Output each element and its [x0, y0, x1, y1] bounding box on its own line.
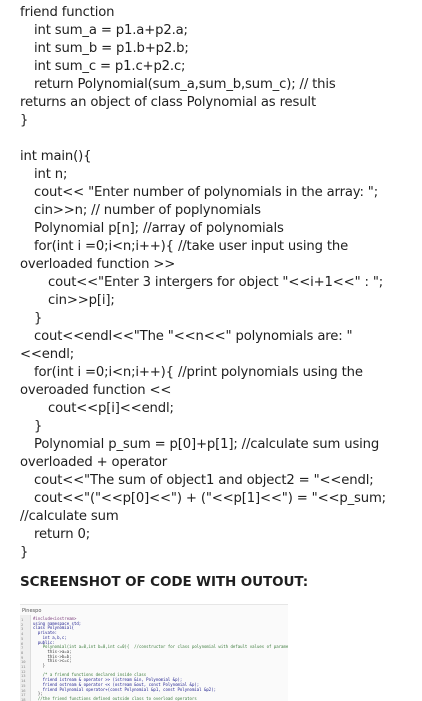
- text-line: int n;: [34, 167, 68, 182]
- text-line: Polynomial p_sum = p[0]+p[1]; //calculat…: [34, 437, 380, 452]
- text-line: }: [34, 419, 43, 434]
- text-line: return 0;: [34, 527, 90, 542]
- text-line: Polynomial p[n]; //array of polynomials: [34, 221, 284, 236]
- text-line: overoaded function <<: [20, 383, 172, 398]
- text-line: int sum_b = p1.b+p2.b;: [34, 41, 189, 56]
- text-line: int main(){: [20, 149, 92, 164]
- text-line: overloaded function >>: [20, 257, 176, 272]
- code-line: //the friend functions defined outside c…: [33, 695, 197, 701]
- text-line: <<endl;: [20, 347, 74, 362]
- code-screenshot: Pinespo 1 2 3 4 5 6 7 8 9 10 11 12 13 14 15 16 17 18 #incl…: [20, 604, 288, 701]
- code-line: }: [33, 663, 46, 668]
- text-line: }: [20, 545, 29, 560]
- text-line: cin>>n; // number of poplynomials: [34, 203, 261, 218]
- section-heading: SCREENSHOT OF CODE WITH OUTOUT:: [20, 574, 309, 590]
- text-line: int sum_c = p1.c+p2.c;: [34, 59, 186, 74]
- text-line: cout<<p[i]<<endl;: [48, 401, 174, 416]
- text-line: //calculate sum: [20, 509, 119, 524]
- text-line: cout<<"("<<p[0]<<") + ("<<p[1]<<") = "<<…: [34, 491, 386, 506]
- text-line: for(int i =0;i<n;i++){ //take user input…: [34, 239, 349, 254]
- text-line: int sum_a = p1.a+p2.a;: [34, 23, 188, 38]
- code-line: friend Polynomial operator+(const Polyno…: [33, 686, 217, 692]
- text-line: cout<<endl<<"The "<<n<<" polynomials are…: [34, 329, 353, 344]
- text-line: return Polynomial(sum_a,sum_b,sum_c); //…: [34, 77, 336, 92]
- text-line: overloaded + operator: [20, 455, 168, 470]
- text-line: cout<<"Enter 3 intergers for object "<<i…: [48, 275, 384, 290]
- text-line: cout<< "Enter number of polynomials in t…: [34, 185, 379, 200]
- text-line: cout<<"The sum of object1 and object2 = …: [34, 473, 374, 488]
- text-line: cin>>p[i];: [48, 293, 115, 308]
- line-number: 18: [21, 696, 26, 701]
- editor-tab-label: Pinespo: [22, 608, 42, 614]
- text-line: }: [34, 311, 43, 326]
- text-line: friend function: [20, 5, 115, 20]
- text-line: for(int i =0;i<n;i++){ //print polynomia…: [34, 365, 363, 380]
- text-line: }: [20, 113, 29, 128]
- text-line: returns an object of class Polynomial as…: [20, 95, 316, 110]
